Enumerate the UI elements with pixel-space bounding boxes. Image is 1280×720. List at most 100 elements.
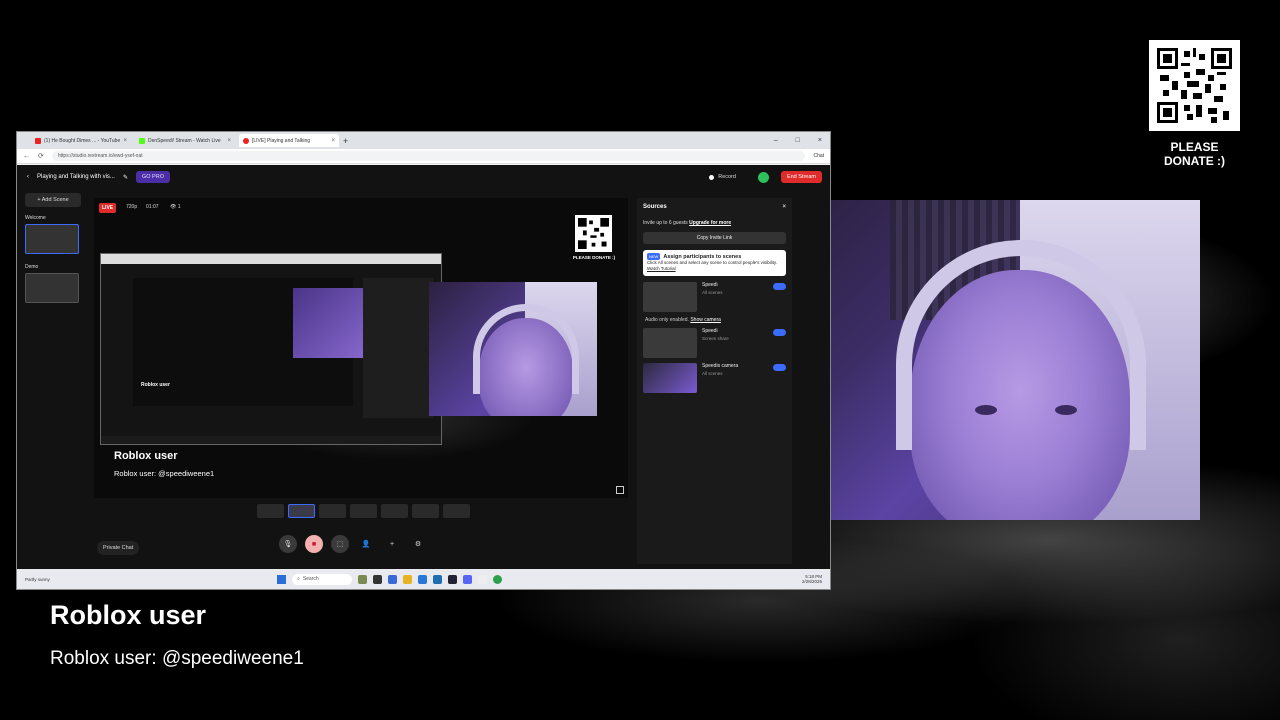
- windows-start-icon[interactable]: [277, 574, 286, 584]
- search-icon: ⌕: [297, 576, 300, 582]
- source-item[interactable]: Speedis camera All scenes: [643, 363, 786, 393]
- scenes-panel: + Add Scene Welcome Demo: [25, 193, 81, 523]
- live-dot-icon: [243, 137, 249, 144]
- invite-icon[interactable]: 👤: [357, 535, 375, 553]
- canvas-qr-code: [575, 215, 612, 252]
- source-toggle[interactable]: [773, 283, 786, 290]
- sources-panel: Sources × Invite up to 6 guests Upgrade f…: [637, 198, 792, 564]
- add-icon[interactable]: +: [383, 535, 401, 553]
- layout-option[interactable]: [288, 504, 315, 518]
- microphone-icon[interactable]: 🎙: [279, 535, 297, 553]
- taskbar-app-icon[interactable]: [358, 574, 367, 584]
- layout-option[interactable]: [257, 504, 284, 518]
- close-icon[interactable]: ×: [123, 138, 127, 144]
- tab-kick[interactable]: DenSpeedi! Stream - Watch Live ×: [135, 134, 235, 147]
- back-chevron-icon[interactable]: ‹: [27, 174, 29, 180]
- stream-title[interactable]: Playing and Talking with vis...: [37, 174, 115, 180]
- taskbar-app-icon[interactable]: [418, 574, 427, 584]
- upgrade-link[interactable]: Upgrade for more: [689, 220, 731, 226]
- go-pro-button[interactable]: GO PRO: [135, 171, 170, 183]
- tab-bar: (1) He Bought Dimes ... - YouTube × DenSp…: [17, 132, 830, 149]
- layout-option[interactable]: [381, 504, 408, 518]
- taskbar-search[interactable]: ⌕ Search: [292, 573, 352, 585]
- taskbar-app-icon[interactable]: [433, 574, 442, 584]
- assign-body: Click All scenes and select any scene to…: [647, 260, 778, 265]
- scene-thumb-demo[interactable]: [25, 273, 79, 303]
- resolution-label: 720p: [126, 204, 138, 210]
- audio-note: Audio only enabled. Show camera: [645, 317, 784, 323]
- new-tab-button[interactable]: +: [343, 136, 348, 146]
- close-icon[interactable]: ×: [331, 138, 335, 144]
- edit-icon[interactable]: ✎: [123, 174, 128, 181]
- overlay-title: Roblox user: [50, 600, 207, 630]
- taskbar-apps: ⌕ Search: [277, 573, 502, 585]
- close-window-icon[interactable]: ×: [818, 137, 822, 144]
- clock-date[interactable]: 2/28/2026: [802, 579, 822, 584]
- source-item[interactable]: Speedi All scenes: [643, 282, 786, 312]
- close-icon[interactable]: ×: [227, 138, 231, 144]
- back-icon[interactable]: ←: [23, 153, 30, 160]
- url-field[interactable]: https://studio.restream.io/ewd-ysef-oat: [51, 151, 806, 161]
- source-scope[interactable]: All scenes: [702, 370, 768, 377]
- webcam-feed: [800, 200, 1200, 520]
- settings-icon[interactable]: ⚙: [409, 535, 427, 553]
- camera-off-icon[interactable]: ■: [305, 535, 323, 553]
- taskbar-app-icon[interactable]: [478, 574, 487, 584]
- tab-label: (1) He Bought Dimes ... - YouTube: [44, 137, 121, 144]
- minimize-icon[interactable]: –: [774, 137, 778, 144]
- source-toggle[interactable]: [773, 364, 786, 371]
- source-toggle[interactable]: [773, 329, 786, 336]
- nested-studio: Roblox user: [101, 264, 441, 436]
- screen-share-icon[interactable]: ⬚: [331, 535, 349, 553]
- search-label: Search: [302, 576, 319, 582]
- fullscreen-icon[interactable]: [616, 486, 624, 494]
- taskbar-app-icon[interactable]: [388, 574, 397, 584]
- eye: [975, 405, 997, 415]
- taskbar-app-icon[interactable]: [373, 574, 382, 584]
- window-controls: – □ ×: [774, 137, 830, 144]
- record-dot-icon: [709, 174, 715, 180]
- show-camera-link[interactable]: Show camera: [690, 317, 721, 323]
- source-item[interactable]: Speedi Screen share: [643, 328, 786, 358]
- end-stream-button[interactable]: End Stream: [780, 171, 822, 183]
- layout-option[interactable]: [443, 504, 470, 518]
- qr-icon: [1157, 48, 1232, 123]
- layout-option[interactable]: [412, 504, 439, 518]
- viewer-count: 👁 1: [170, 204, 181, 210]
- maximize-icon[interactable]: □: [796, 137, 800, 144]
- nested-title: Roblox user: [141, 382, 170, 388]
- source-scope: Screen share: [702, 336, 729, 341]
- scene-thumb-welcome[interactable]: [25, 224, 79, 254]
- tab-youtube[interactable]: (1) He Bought Dimes ... - YouTube ×: [31, 134, 131, 147]
- record-toggle[interactable]: Record: [709, 174, 736, 180]
- source-scope[interactable]: All scenes: [702, 289, 768, 296]
- steam-icon[interactable]: [448, 574, 457, 584]
- nested-sources: [363, 278, 433, 418]
- donate-text: PLEASE DONATE :): [1163, 140, 1226, 168]
- copy-invite-button[interactable]: Copy Invite Link: [643, 232, 786, 244]
- discord-icon[interactable]: [463, 574, 472, 584]
- nested-screen-share: Roblox user: [100, 253, 442, 445]
- tab-label: [LIVE] Playing and Talking: [252, 137, 311, 144]
- private-chat-button[interactable]: Private Chat: [97, 541, 140, 555]
- live-badge: LIVE: [99, 203, 117, 213]
- sources-header: Sources ×: [637, 198, 792, 216]
- tab-restream[interactable]: [LIVE] Playing and Talking ×: [239, 134, 339, 147]
- layout-option[interactable]: [350, 504, 377, 518]
- chrome-icon[interactable]: [493, 574, 502, 584]
- reload-icon[interactable]: ⟳: [38, 152, 44, 160]
- file-explorer-icon[interactable]: [403, 574, 412, 584]
- avatar[interactable]: [757, 171, 769, 183]
- layout-option[interactable]: [319, 504, 346, 518]
- nested-browser-bar: [101, 254, 441, 264]
- add-scene-button[interactable]: + Add Scene: [25, 193, 81, 207]
- chat-button[interactable]: Chat: [813, 153, 824, 159]
- close-icon[interactable]: ×: [782, 204, 786, 210]
- weather-widget[interactable]: Partly sunny: [17, 577, 77, 582]
- sources-title: Sources: [643, 204, 667, 210]
- layout-picker: [257, 504, 470, 518]
- tab-label: DenSpeedi! Stream - Watch Live: [148, 137, 221, 144]
- eye: [1055, 405, 1077, 415]
- source-name: Speedis camera: [702, 363, 739, 369]
- watch-tutorial-link[interactable]: Watch Tutorial: [647, 266, 676, 271]
